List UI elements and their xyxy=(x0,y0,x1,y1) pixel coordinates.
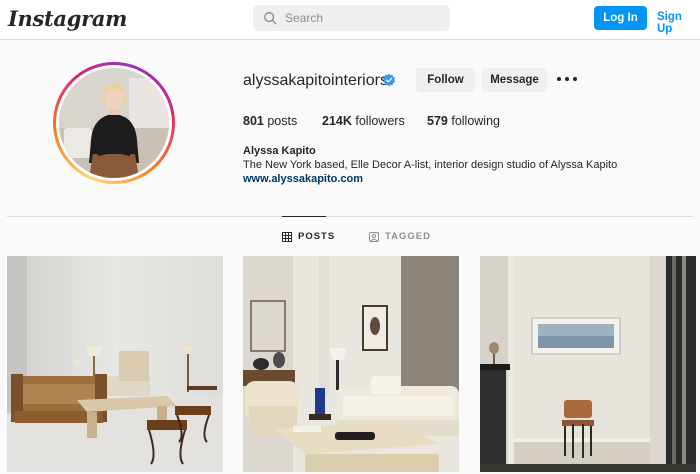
profile-bio: The New York based, Elle Decor A-list, i… xyxy=(243,159,618,171)
following-stat[interactable]: 579 following xyxy=(427,114,500,128)
post-thumbnail[interactable] xyxy=(7,256,223,472)
avatar xyxy=(59,68,169,178)
instagram-logo[interactable]: Instagram xyxy=(8,6,127,31)
follow-button[interactable]: Follow xyxy=(416,68,475,92)
top-navigation-bar: Instagram Log In Sign Up xyxy=(0,0,700,40)
tab-tagged[interactable]: TAGGED xyxy=(369,231,431,242)
profile-full-name: Alyssa Kapito xyxy=(243,145,316,157)
post-image xyxy=(7,256,223,472)
followers-stat[interactable]: 214K followers xyxy=(322,114,405,128)
login-button[interactable]: Log In xyxy=(594,6,647,30)
tab-posts[interactable]: POSTS xyxy=(282,231,335,242)
profile-username: alyssakapitointeriors xyxy=(243,72,388,89)
grid-icon xyxy=(282,231,292,242)
post-thumbnail[interactable] xyxy=(243,256,459,472)
tab-tagged-label: TAGGED xyxy=(385,231,431,242)
posts-stat: 801 posts xyxy=(243,114,298,128)
message-button[interactable]: Message xyxy=(482,68,547,92)
tab-posts-label: POSTS xyxy=(298,231,336,242)
active-tab-indicator xyxy=(282,216,326,217)
tag-icon xyxy=(369,231,379,242)
more-options-icon[interactable] xyxy=(557,72,577,86)
post-thumbnail[interactable] xyxy=(480,256,696,472)
signup-link[interactable]: Sign Up xyxy=(657,11,700,35)
profile-avatar-ring[interactable] xyxy=(53,62,175,184)
post-image xyxy=(480,256,696,472)
search-box[interactable] xyxy=(253,5,450,31)
profile-website-link[interactable]: www.alyssakapito.com xyxy=(243,173,363,185)
search-icon xyxy=(264,12,277,25)
search-input[interactable] xyxy=(285,11,435,25)
verified-badge-icon xyxy=(382,73,396,87)
post-image xyxy=(243,256,459,472)
tabs-divider xyxy=(7,216,693,217)
